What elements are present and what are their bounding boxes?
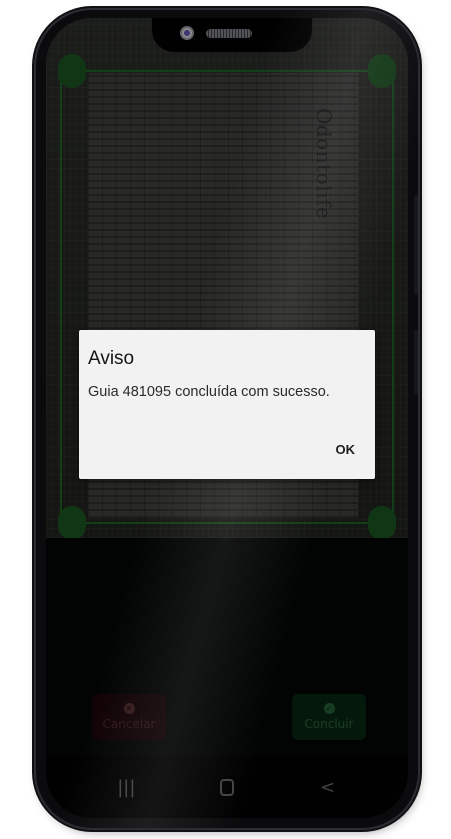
- power-button: [414, 330, 418, 395]
- dialog-message: Guia 481095 concluída com sucesso.: [88, 384, 330, 400]
- ok-button[interactable]: OK: [336, 442, 356, 457]
- alert-dialog: Aviso Guia 481095 concluída com sucesso.…: [79, 330, 375, 479]
- dialog-title: Aviso: [88, 348, 135, 369]
- volume-button: [414, 195, 418, 295]
